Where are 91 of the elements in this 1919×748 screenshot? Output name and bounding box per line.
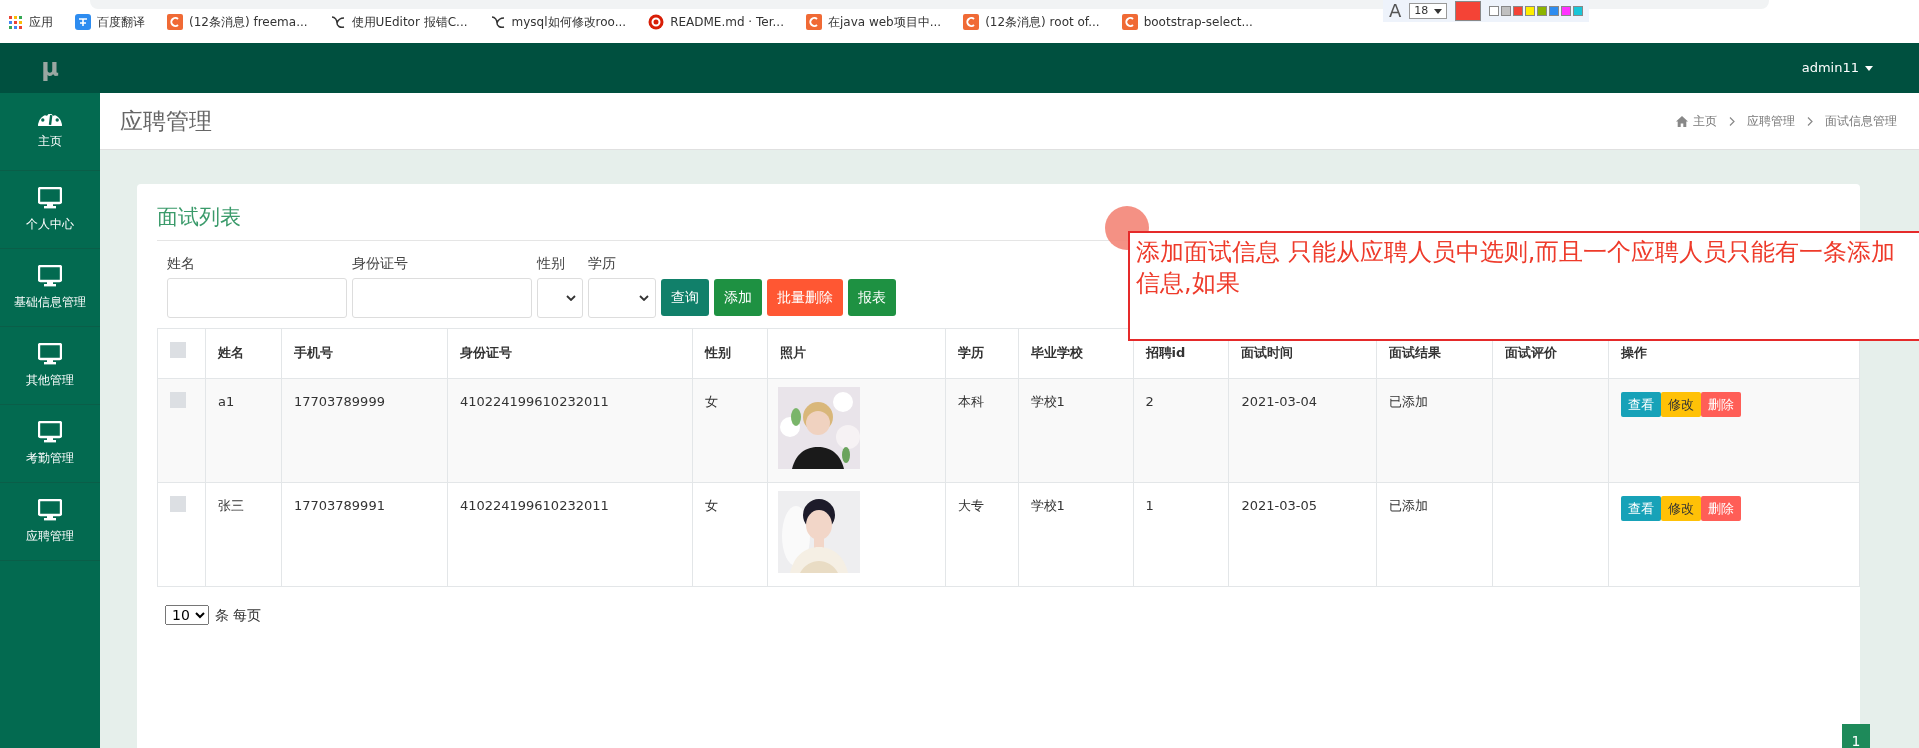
field-label: 学历 <box>588 253 617 273</box>
column-header: 学历 <box>945 328 1019 378</box>
bookmark[interactable]: 在java web项目中... <box>805 13 942 31</box>
bookmark[interactable]: (12条消息) root of... <box>963 13 1100 31</box>
row-action-button[interactable]: 修改 <box>1661 391 1702 417</box>
action-button[interactable]: 添加 <box>714 278 762 316</box>
color-swatch[interactable] <box>1501 6 1512 16</box>
table-cell: a1 <box>218 393 235 409</box>
table-cell: 17703789999 <box>293 393 385 409</box>
column-header: 性别 <box>692 328 768 378</box>
table-cell: 本科 <box>957 393 984 409</box>
color-swatch[interactable] <box>1537 6 1548 16</box>
table-cell: 2021-03-05 <box>1241 497 1317 513</box>
chevron-icon <box>1729 116 1735 126</box>
row-action-button[interactable]: 修改 <box>1661 495 1702 521</box>
feather-icon <box>329 14 346 30</box>
annotation-text-box[interactable]: 添加面试信息 只能从应聘人员中选则,而且一个应聘人员只能有一条添加信息,如果 <box>1128 231 1919 341</box>
color-swatch[interactable] <box>1573 6 1584 16</box>
page-size-label: 条 每页 <box>215 605 262 625</box>
breadcrumb-link[interactable]: 面试信息管理 <box>1825 112 1897 130</box>
table-cell: 女 <box>704 497 718 513</box>
monitor-icon <box>38 420 62 443</box>
table-cell: 学校1 <box>1030 393 1065 409</box>
table-cell: 17703789991 <box>293 497 385 513</box>
color-swatch[interactable] <box>1513 6 1524 16</box>
user-menu[interactable]: admin11 <box>1795 57 1879 79</box>
table-cell: 学校1 <box>1030 497 1065 513</box>
action-button[interactable]: 查询 <box>661 278 709 316</box>
bookmark[interactable]: mysql如何修改roo... <box>489 13 627 31</box>
site-logo-icon <box>1121 14 1138 30</box>
monitor-icon <box>38 342 62 365</box>
column-header: 身份证号 <box>447 328 693 378</box>
checkbox[interactable] <box>170 342 186 359</box>
column-header: 手机号 <box>281 328 448 378</box>
table-cell: 1 <box>1145 497 1154 513</box>
logo[interactable]: μ <box>41 50 59 86</box>
color-swatch[interactable] <box>1549 6 1560 16</box>
table-cell: 大专 <box>957 497 984 513</box>
breadcrumb-link[interactable]: 主页 <box>1676 112 1717 130</box>
caret-icon <box>1865 65 1873 71</box>
input-field[interactable] <box>167 277 347 318</box>
gauge-icon <box>38 113 62 126</box>
chevron-icon <box>1807 116 1813 126</box>
color-swatch[interactable] <box>1525 6 1536 16</box>
column-header: 姓名 <box>205 328 282 378</box>
select-field[interactable] <box>588 277 656 318</box>
chevron-down-icon <box>566 294 576 301</box>
table-cell: 2 <box>1145 393 1154 409</box>
color-swatch[interactable] <box>1489 6 1500 16</box>
page-size-select[interactable]: 10 <box>165 605 209 625</box>
monitor-icon <box>38 498 62 521</box>
site-logo-icon <box>805 14 822 30</box>
column-header: 照片 <box>767 328 946 378</box>
bookmark[interactable]: README.md · Ter... <box>648 13 784 31</box>
bookmark[interactable]: 使用UEditor 报错C... <box>329 13 468 31</box>
feather-icon <box>489 14 506 30</box>
table-cell: 2021-03-04 <box>1241 393 1317 409</box>
select-field[interactable] <box>537 277 583 318</box>
site-logo-icon <box>963 14 980 30</box>
bookmark[interactable]: 应用 <box>8 13 53 31</box>
table-cell: 410224199610232011 <box>459 393 609 409</box>
target-icon <box>648 14 665 30</box>
table-cell: 已添加 <box>1389 393 1429 409</box>
monitor-icon <box>38 264 62 287</box>
breadcrumb-link[interactable]: 应聘管理 <box>1747 112 1795 130</box>
table-cell: 张三 <box>218 497 244 513</box>
font-size-select[interactable]: 18 <box>1409 3 1448 19</box>
current-color-swatch[interactable] <box>1455 1 1482 21</box>
field-label: 性别 <box>537 253 566 273</box>
action-button[interactable]: 报表 <box>848 278 896 316</box>
monitor-icon <box>38 186 62 209</box>
checkbox[interactable] <box>170 391 186 408</box>
apps-grid-icon <box>8 14 23 30</box>
page-button[interactable]: 1 <box>1842 724 1870 748</box>
home-icon <box>1676 115 1688 127</box>
bookmark[interactable]: 百度翻译 <box>75 13 145 31</box>
chevron-down-icon <box>639 294 649 301</box>
table-cell: 女 <box>704 393 718 409</box>
site-logo-icon <box>167 14 183 30</box>
font-glyph[interactable]: A <box>1389 2 1402 20</box>
page-title: 应聘管理 <box>120 106 212 136</box>
table-cell: 已添加 <box>1389 497 1429 513</box>
table-cell: 410224199610232011 <box>459 497 609 513</box>
field-label: 身份证号 <box>352 253 409 273</box>
color-swatch[interactable] <box>1561 6 1572 16</box>
bookmark[interactable]: (12条消息) freema... <box>167 13 308 31</box>
input-field[interactable] <box>352 277 532 318</box>
checkbox[interactable] <box>170 495 186 512</box>
bookmark[interactable]: bootstrap-select... <box>1121 13 1253 31</box>
translate-icon <box>75 14 91 30</box>
field-label: 姓名 <box>167 253 196 273</box>
